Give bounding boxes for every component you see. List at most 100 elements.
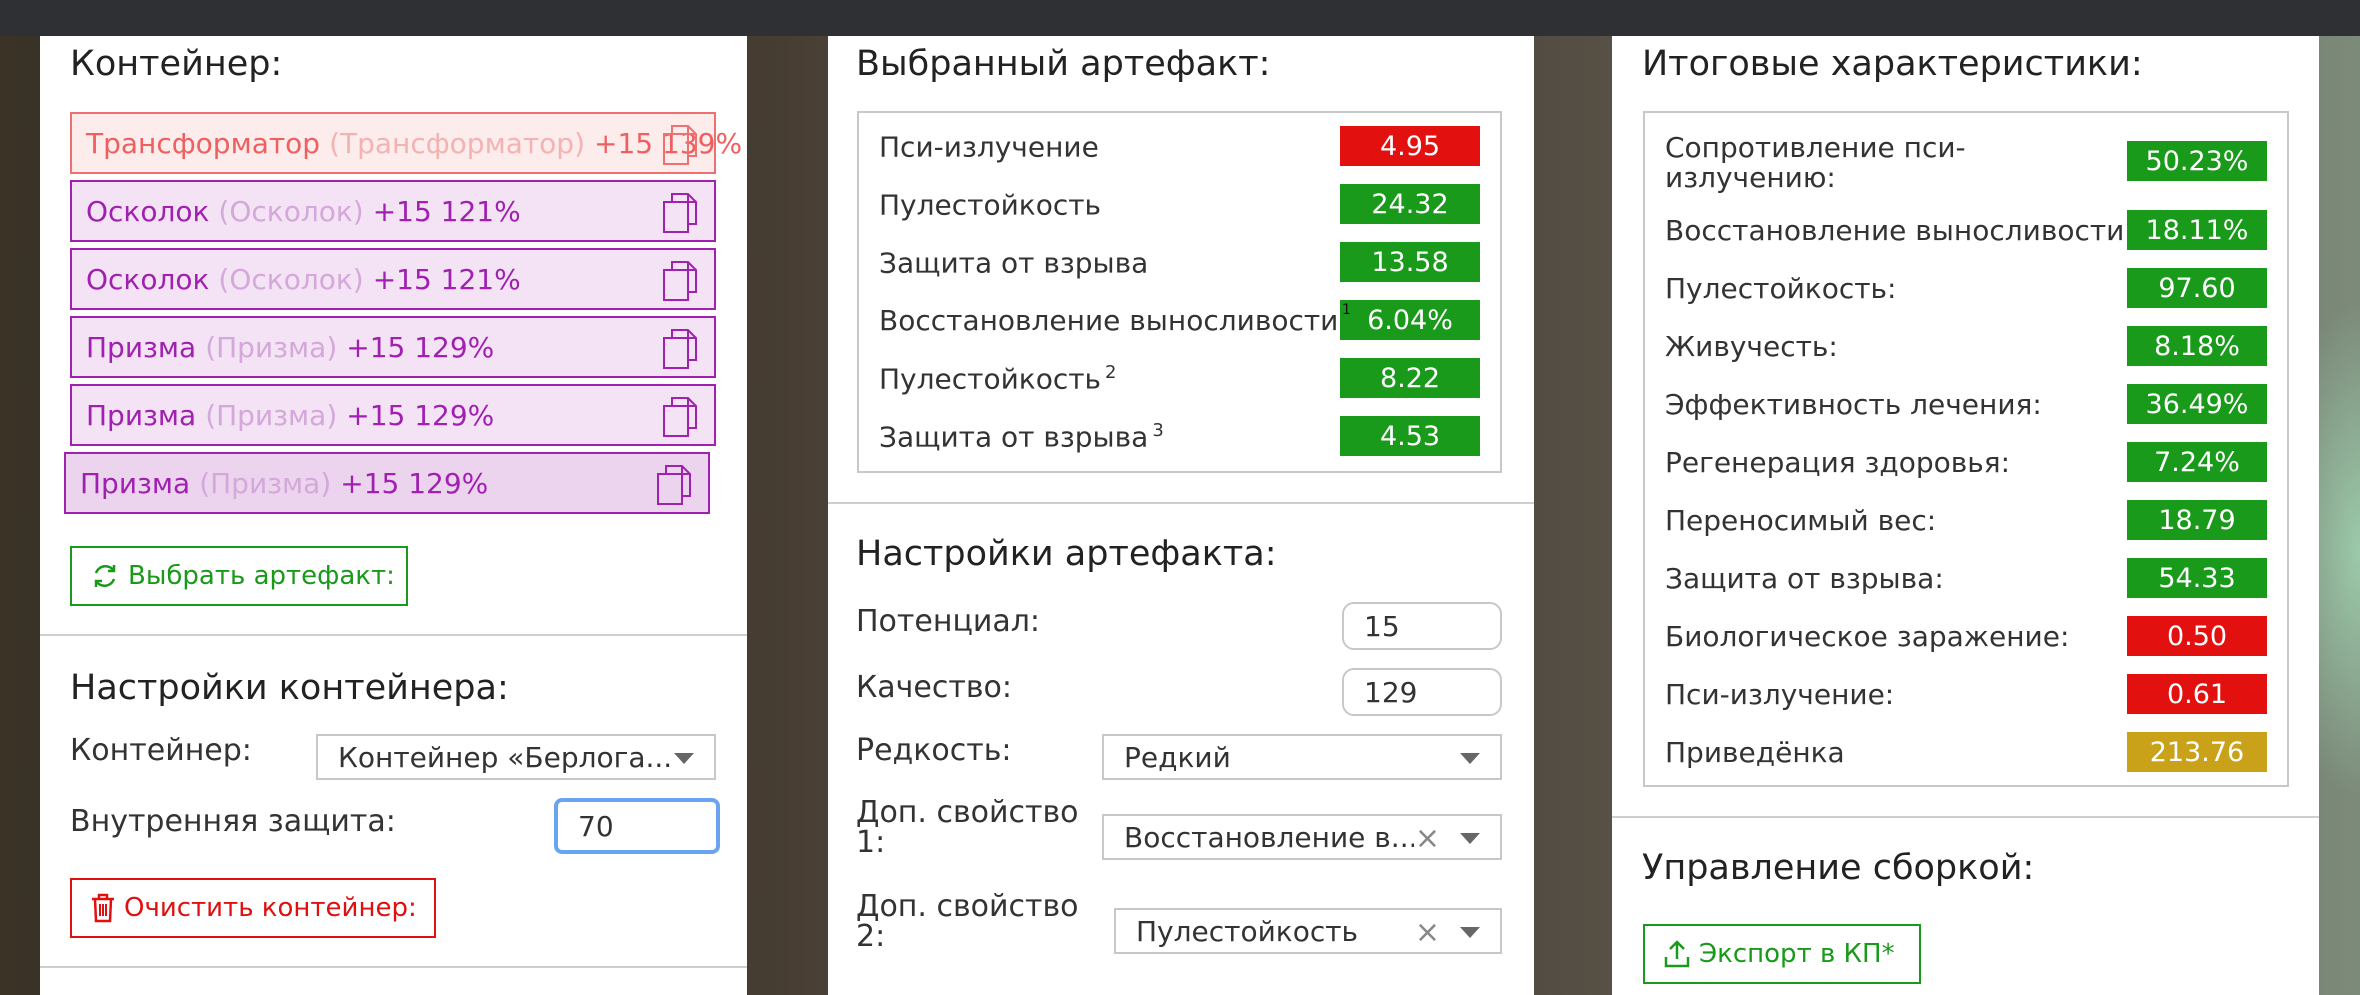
total-value: 36.49% <box>2127 384 2267 424</box>
potential-label: Потенциал: <box>856 604 1041 639</box>
choose-artifact-button[interactable]: Выбрать артефакт: <box>70 546 408 606</box>
slot-name: Осколок <box>86 262 210 296</box>
total-value: 50.23% <box>2127 141 2267 181</box>
total-row: Сопротивление пси- излучению: 50.23% <box>1665 133 2267 193</box>
chevron-down-icon[interactable] <box>1460 753 1480 764</box>
container-select[interactable]: Контейнер «Берлога... <box>316 734 716 780</box>
slot-bonus: +15 121% <box>372 262 521 296</box>
slot-subname: (Осколок) <box>218 194 364 228</box>
chevron-down-icon[interactable] <box>674 753 694 764</box>
export-button[interactable]: Экспорт в КП* <box>1643 924 1921 984</box>
extra-property-1-label: Доп. свойство 1: <box>856 795 1079 860</box>
total-name: Сопротивление пси- излучению: <box>1665 131 1966 194</box>
total-value: 7.24% <box>2127 442 2267 482</box>
stat-name: Пулестойкость <box>879 188 1102 222</box>
slot-name: Призма <box>86 330 197 364</box>
total-row: Живучесть: 8.18% <box>1665 326 2267 366</box>
copy-icon[interactable] <box>662 396 700 438</box>
stat-value: 4.95 <box>1340 126 1480 166</box>
quality-label: Качество: <box>856 670 1012 705</box>
artifact-slot[interactable]: Осколок (Осколок) +15 121% <box>70 180 716 242</box>
total-value: 0.50 <box>2127 616 2267 656</box>
slot-subname: (Призма) <box>199 466 332 500</box>
total-name: Эффективность лечения: <box>1665 388 2042 421</box>
total-row: Пси-излучение: 0.61 <box>1665 674 2267 714</box>
stat-name: Пси-излучение <box>879 130 1099 164</box>
extra-property-1-select[interactable]: Восстановление в... × <box>1102 814 1502 860</box>
slot-name: Осколок <box>86 194 210 228</box>
artifact-slot[interactable]: Призма (Призма) +15 129% <box>64 452 710 514</box>
divider <box>40 966 747 968</box>
selected-artifact-title: Выбранный артефакт: <box>856 44 1271 84</box>
copy-icon[interactable] <box>662 260 700 302</box>
total-value: 8.18% <box>2127 326 2267 366</box>
stat-value: 4.53 <box>1340 416 1480 456</box>
copy-icon[interactable] <box>656 464 694 506</box>
total-name: Восстановление выносливости: <box>1665 214 2134 247</box>
extra-property-2-select[interactable]: Пулестойкость × <box>1114 908 1502 954</box>
potential-input[interactable]: 15 <box>1342 602 1502 650</box>
container-settings-title: Настройки контейнера: <box>70 668 509 708</box>
divider <box>1612 816 2319 818</box>
copy-icon[interactable] <box>662 124 700 166</box>
slot-bonus: +15 129% <box>340 466 489 500</box>
choose-artifact-label: Выбрать артефакт: <box>128 561 395 591</box>
chevron-down-icon[interactable] <box>1460 927 1480 938</box>
clear-icon[interactable]: × <box>1415 915 1440 950</box>
clear-container-button[interactable]: Очистить контейнер: <box>70 878 436 938</box>
stat-name: Восстановление выносливости <box>879 304 1339 337</box>
slot-subname: (Призма) <box>205 330 338 364</box>
internal-protection-input[interactable]: 70 <box>554 798 720 854</box>
total-name: Защита от взрыва: <box>1665 562 1944 595</box>
extra-property-2-label: Доп. свойство 2: <box>856 889 1079 954</box>
slot-name: Призма <box>80 466 191 500</box>
total-row: Биологическое заражение: 0.50 <box>1665 616 2267 656</box>
container-select-label: Контейнер: <box>70 733 252 768</box>
stat-value: 1 6.04% <box>1340 300 1480 340</box>
total-value: 54.33 <box>2127 558 2267 598</box>
artifact-slot[interactable]: Призма (Призма) +15 129% <box>70 384 716 446</box>
clear-icon[interactable]: × <box>1415 821 1440 856</box>
total-row: Защита от взрыва: 54.33 <box>1665 558 2267 598</box>
divider <box>40 634 747 636</box>
total-value: 18.11% <box>2127 210 2267 250</box>
stat-row: Пулестойкость 24.32 <box>879 184 1480 224</box>
rarity-label: Редкость: <box>856 733 1012 768</box>
export-label: Экспорт в КП* <box>1699 939 1895 969</box>
slot-bonus: +15 121% <box>372 194 521 228</box>
quality-input[interactable]: 129 <box>1342 668 1502 716</box>
stat-row: Защита от взрыва 13.58 <box>879 242 1480 282</box>
copy-icon[interactable] <box>662 192 700 234</box>
total-value: 0.61 <box>2127 674 2267 714</box>
stat-row: Пси-излучение 4.95 <box>879 126 1480 166</box>
total-name: Регенерация здоровья: <box>1665 446 2011 479</box>
internal-protection-label: Внутренняя защита: <box>70 804 396 839</box>
total-name: Переносимый вес: <box>1665 504 1937 537</box>
slot-subname: (Осколок) <box>218 262 364 296</box>
total-value: 213.76 <box>2127 732 2267 772</box>
quality-value: 129 <box>1364 675 1418 709</box>
artifact-slot[interactable]: Трансформатор (Трансформатор) +15 139% <box>70 112 742 174</box>
container-panel: Контейнер: Трансформатор (Трансформатор)… <box>40 36 747 995</box>
slot-subname: (Трансформатор) <box>329 126 586 160</box>
stat-name: Пулестойкость 2 <box>879 362 1117 396</box>
extra-property-2-value: Пулестойкость <box>1136 914 1359 948</box>
artifact-slot[interactable]: Призма (Призма) +15 129% <box>70 316 716 378</box>
slot-name: Трансформатор <box>86 126 321 160</box>
extra-property-1-value: Восстановление в... <box>1124 820 1414 854</box>
slot-bonus: +15 129% <box>346 398 495 432</box>
container-title: Контейнер: <box>70 44 283 84</box>
stat-row: Защита от взрыва 3 4.53 <box>879 416 1480 456</box>
copy-icon[interactable] <box>662 328 700 370</box>
artifact-slot[interactable]: Осколок (Осколок) +15 121% <box>70 248 716 310</box>
stat-row: Восстановление выносливости 1 6.04% <box>879 300 1480 340</box>
stat-value: 8.22 <box>1340 358 1480 398</box>
chevron-down-icon[interactable] <box>1460 833 1480 844</box>
container-select-value: Контейнер «Берлога... <box>338 740 673 774</box>
upload-icon <box>1664 940 1690 968</box>
totals-title: Итоговые характеристики: <box>1642 44 2143 84</box>
trash-icon <box>92 893 114 923</box>
rarity-select[interactable]: Редкий <box>1102 734 1502 780</box>
total-name: Живучесть: <box>1665 330 1838 363</box>
selected-artifact-panel: Выбранный артефакт: Пси-излучение 4.95 П… <box>828 36 1534 995</box>
